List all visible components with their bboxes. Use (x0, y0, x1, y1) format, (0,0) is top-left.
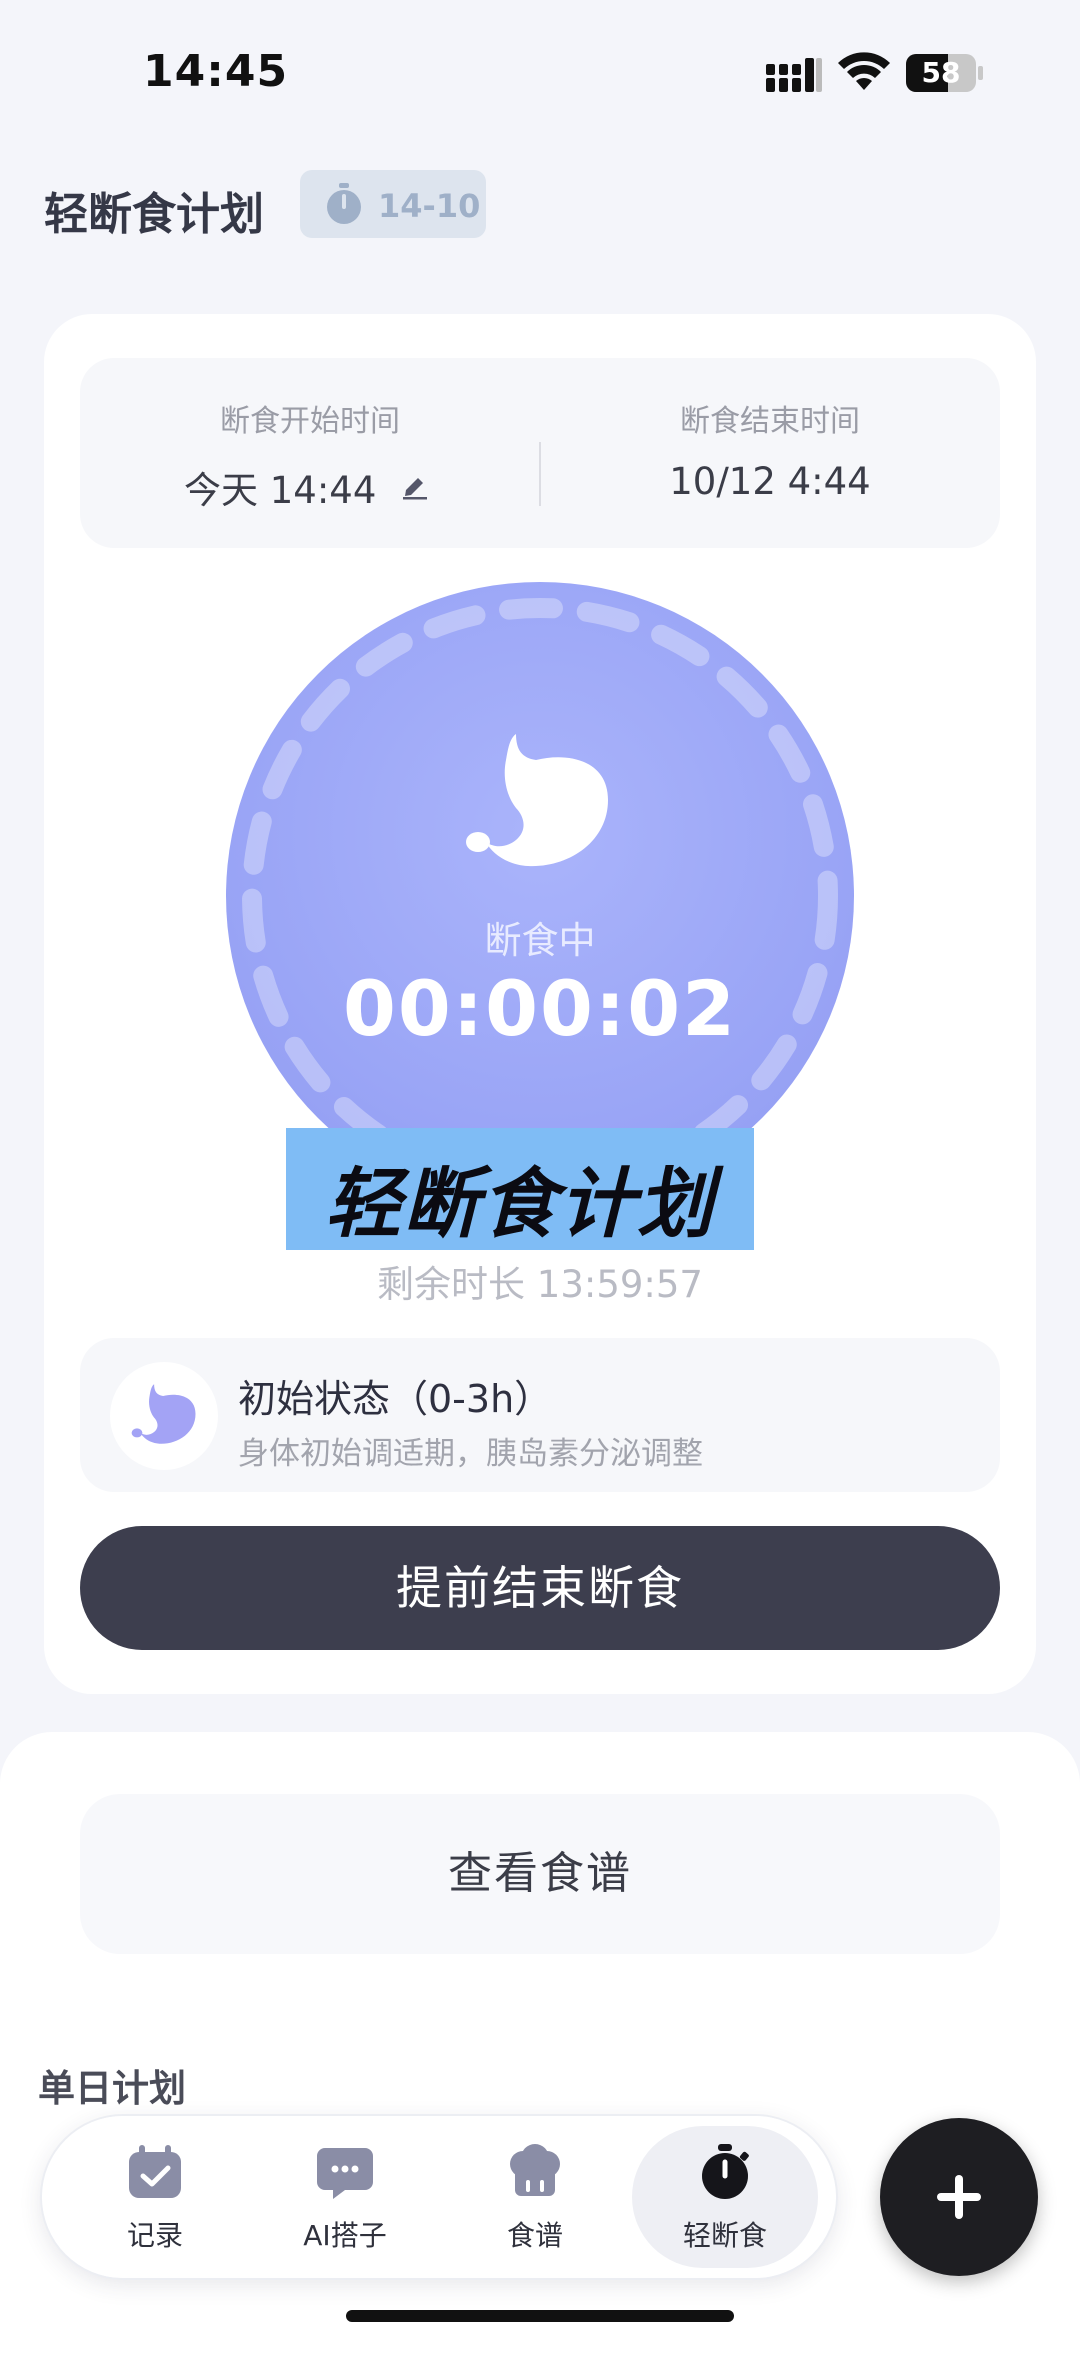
start-time-value[interactable]: 今天 14:44 (184, 460, 376, 514)
cellular-signal-icon (766, 58, 822, 92)
wifi-icon (838, 52, 890, 90)
calendar-check-icon (129, 2145, 181, 2198)
stomach-icon (131, 1384, 196, 1444)
end-time-label: 断食结束时间 (680, 404, 860, 439)
plus-icon (937, 2175, 981, 2219)
fasting-status: 断食中 (484, 919, 596, 962)
plan-badge-label: 14-10 (378, 187, 481, 225)
time-divider (539, 442, 541, 506)
tab-ai-buddy[interactable]: AI搭子 (252, 2126, 438, 2268)
tab-light-fasting[interactable]: 轻断食 (632, 2126, 818, 2268)
chat-bubble-icon (317, 2148, 373, 2199)
elapsed-timer: 00:00:02 (342, 964, 738, 1053)
tab-label: 食谱 (506, 2219, 563, 2252)
status-time: 14:45 (143, 46, 289, 97)
stage-title: 初始状态（0-3h） (238, 1377, 553, 1421)
stopwatch-icon (327, 183, 361, 224)
tab-label: AI搭子 (303, 2219, 387, 2252)
stomach-icon (466, 734, 608, 867)
stage-description: 身体初始调适期，胰岛素分泌调整 (238, 1436, 703, 1472)
battery-level: 58 (921, 56, 961, 89)
tab-recipes[interactable]: 食谱 (442, 2126, 628, 2268)
progress-ring-dashes (242, 598, 838, 1194)
stopwatch-icon (702, 2144, 749, 2199)
home-indicator[interactable] (346, 2310, 734, 2322)
end-fasting-early-button[interactable]: 提前结束断食 (80, 1526, 1000, 1650)
tab-label: 轻断食 (682, 2219, 767, 2252)
battery-indicator: 58 (906, 54, 984, 92)
end-time-value: 10/12 4:44 (669, 460, 871, 503)
edit-icon[interactable] (400, 470, 430, 500)
start-time-label: 断食开始时间 (220, 404, 400, 439)
daily-plan-title: 单日计划 (38, 2067, 186, 2110)
view-recipes-button[interactable]: 查看食谱 (80, 1794, 1000, 1954)
chef-hat-icon (510, 2144, 560, 2196)
tab-record[interactable]: 记录 (62, 2126, 248, 2268)
page-title: 轻断食计划 (44, 189, 264, 240)
remaining-time: 剩余时长 13:59:57 (377, 1263, 703, 1306)
promo-banner-text: 轻断食计划 (325, 1159, 715, 1248)
tab-label: 记录 (126, 2219, 183, 2252)
